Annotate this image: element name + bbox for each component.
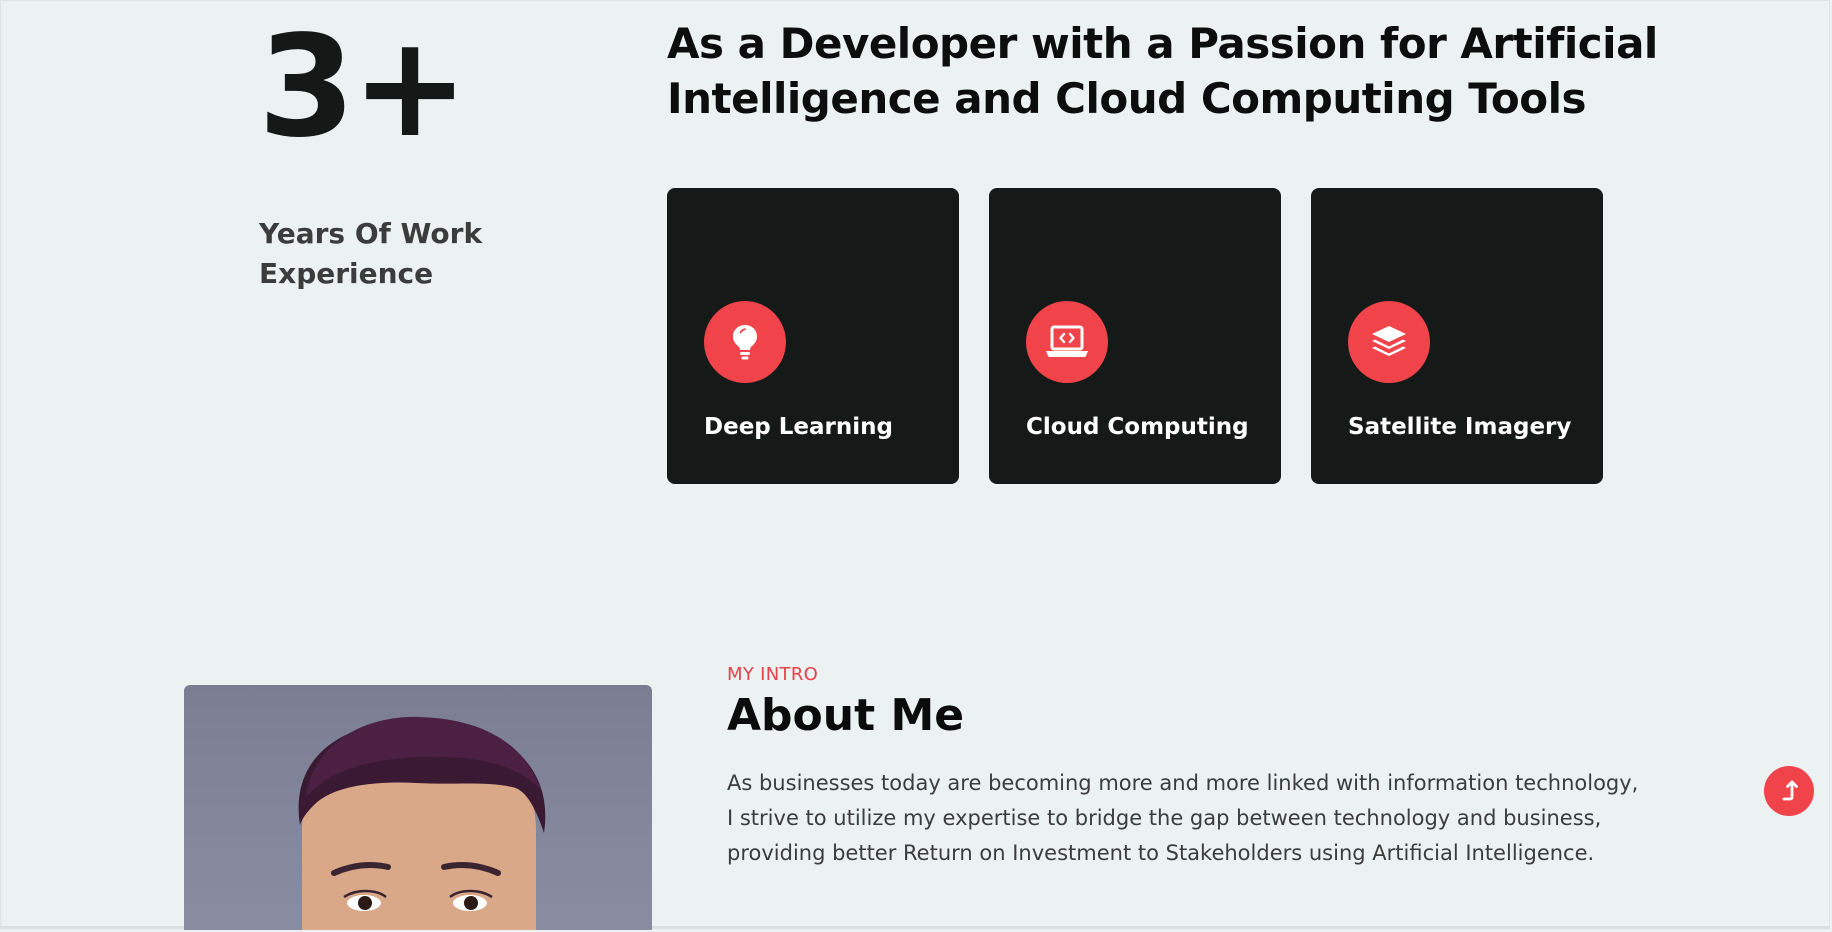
scroll-to-top-button[interactable] — [1764, 766, 1814, 816]
laptop-code-icon — [1026, 301, 1108, 383]
service-title: Satellite Imagery — [1348, 414, 1572, 440]
profile-photo — [184, 685, 652, 930]
service-title: Deep Learning — [704, 414, 893, 440]
about-body: As businesses today are becoming more an… — [727, 771, 1639, 865]
service-card-cloud-computing[interactable]: Cloud Computing — [989, 188, 1281, 484]
lightbulb-icon — [704, 301, 786, 383]
service-card-satellite-imagery[interactable]: Satellite Imagery — [1311, 188, 1603, 484]
arrow-up-icon — [1779, 779, 1799, 803]
experience-number: 3+ — [258, 6, 469, 169]
layers-icon — [1348, 301, 1430, 383]
about-title: About Me — [727, 690, 965, 741]
service-title: Cloud Computing — [1026, 414, 1249, 440]
service-card-deep-learning[interactable]: Deep Learning — [667, 188, 959, 484]
section-eyebrow: MY INTRO — [727, 664, 819, 685]
section-headline: As a Developer with a Passion for Artifi… — [667, 19, 1658, 123]
experience-label: Years Of Work Experience — [259, 217, 483, 290]
